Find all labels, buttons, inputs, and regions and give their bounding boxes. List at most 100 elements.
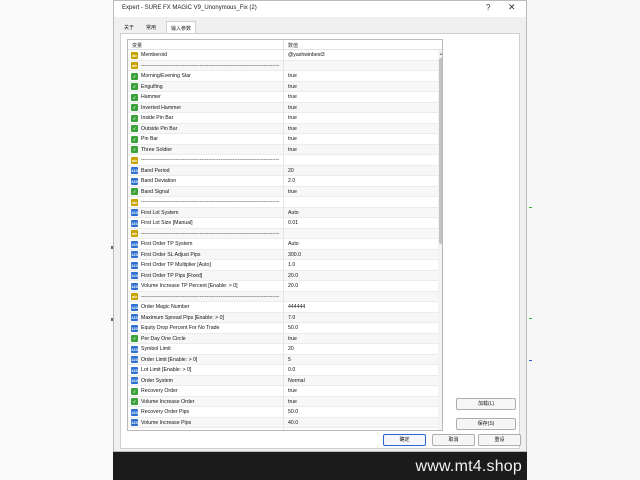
parameter-value[interactable]: true xyxy=(288,115,297,121)
parameter-value[interactable]: 7.0 xyxy=(288,315,295,321)
parameter-value[interactable]: true xyxy=(288,399,297,405)
column-header-variable[interactable]: 变量 xyxy=(132,42,142,49)
parameter-name: First Order TP Multiplier [Auto] xyxy=(141,262,211,268)
parameter-value[interactable]: 40.0 xyxy=(288,420,298,426)
parameter-row[interactable]: ✓ Hammer true xyxy=(128,92,438,103)
close-icon[interactable]: ✕ xyxy=(508,2,516,13)
parameter-value[interactable]: 300.0 xyxy=(288,252,301,258)
ok-button[interactable]: 确定 xyxy=(383,434,426,446)
parameter-value[interactable]: true xyxy=(288,189,297,195)
parameter-value[interactable]: true xyxy=(288,94,297,100)
title-bar[interactable]: Expert - SURE FX MAGIC V9_Unonymous_Fix … xyxy=(114,1,526,17)
parameter-row[interactable]: ✓ Inverted Hammer true xyxy=(128,102,438,113)
parameter-value[interactable]: 0.0 xyxy=(288,367,295,373)
parameter-row[interactable]: 123 First Order TP System Auto xyxy=(128,239,438,250)
parameter-row[interactable]: 123 First Lot System Auto xyxy=(128,207,438,218)
parameter-value[interactable]: 0.0 xyxy=(288,430,295,431)
parameter-name: Order Limit [Enable: > 0] xyxy=(141,356,198,363)
parameter-row[interactable]: ✓ Volume Increase Order true xyxy=(128,396,438,407)
scroll-up-icon[interactable]: ▲ xyxy=(439,51,442,56)
parameter-value[interactable]: true xyxy=(288,136,297,142)
parameter-row[interactable]: 123 First Order TP Multiplier [Auto] 1.0 xyxy=(128,260,438,271)
column-separator xyxy=(283,417,284,428)
parameter-value[interactable]: Auto xyxy=(288,241,299,247)
parameter-value[interactable]: 20 xyxy=(288,346,294,352)
parameter-value[interactable]: true xyxy=(288,84,297,90)
parameter-row[interactable]: 123 First Order TP Pips [Fixed] 20.0 xyxy=(128,270,438,281)
parameter-value[interactable]: 50.0 xyxy=(288,325,298,331)
parameter-value[interactable]: @yashwinbest3 xyxy=(288,52,325,58)
number-type-icon: 123 xyxy=(131,167,138,174)
parameter-value[interactable]: 20.0 xyxy=(288,273,298,279)
parameter-row[interactable]: 123 Order Limit [Enable: > 0] 5 xyxy=(128,354,438,365)
scrollbar-thumb[interactable] xyxy=(439,58,442,244)
parameter-row[interactable]: ✓ Outside Pin Bar true xyxy=(128,123,438,134)
background-chart-right xyxy=(527,0,640,480)
parameter-row[interactable]: 123 First Lot Size [Manual] 0.01 xyxy=(128,218,438,229)
string-type-icon: ab xyxy=(131,230,138,237)
parameter-row[interactable]: ✓ Band Signal true xyxy=(128,186,438,197)
parameter-name: Band Deviation xyxy=(141,178,177,184)
tab-inputs[interactable]: 输入参数 xyxy=(166,21,197,33)
parameter-row[interactable]: ab Memberoid @yashwinbest3 xyxy=(128,50,438,61)
parameter-row[interactable]: 123 Lot Limit [Enable: > 0] 0.0 xyxy=(128,365,438,376)
parameter-value[interactable]: 2.0 xyxy=(288,178,295,184)
parameter-row[interactable]: 123 Recovery Order Pips 50.0 xyxy=(128,407,438,418)
save-button[interactable]: 保存(S) xyxy=(456,418,516,430)
parameter-row[interactable]: 123 Equity Drop Percent For No Trade 50.0 xyxy=(128,323,438,334)
parameter-row[interactable]: ✓ Morning/Evening Star true xyxy=(128,71,438,82)
parameter-row[interactable]: ab --------------------------------------… xyxy=(128,60,438,71)
parameter-value[interactable]: 1.0 xyxy=(288,262,295,268)
parameter-row[interactable]: 123Trailing Stop Pips [Enable: > 0] 0.0 xyxy=(128,428,438,431)
parameter-value[interactable]: true xyxy=(288,73,297,79)
parameter-name: Trailing Stop Pips [Enable: > 0] xyxy=(141,430,281,431)
column-separator xyxy=(283,375,284,386)
column-header-value[interactable]: 数值 xyxy=(288,42,298,49)
parameter-value[interactable]: true xyxy=(288,147,297,153)
parameter-value[interactable]: 20 xyxy=(288,168,294,174)
load-button[interactable]: 加载(L) xyxy=(456,398,516,410)
parameter-row[interactable]: ab --------------------------------------… xyxy=(128,197,438,208)
parameter-row[interactable]: 123 Symbol Limit 20 xyxy=(128,344,438,355)
bool-type-icon: ✓ xyxy=(131,125,138,132)
number-type-icon: 123 xyxy=(131,219,138,227)
parameter-value[interactable]: true xyxy=(288,126,297,132)
parameter-row[interactable]: ✓ Pin Bar true xyxy=(128,134,438,145)
parameter-value[interactable]: 5 xyxy=(288,357,291,363)
reset-button[interactable]: 重设 xyxy=(478,434,521,446)
parameter-row[interactable]: ✓ Engulfing true xyxy=(128,81,438,92)
parameter-row[interactable]: 123 Band Period 20 xyxy=(128,165,438,176)
parameter-value[interactable]: Normal xyxy=(288,378,305,384)
parameter-row[interactable]: ✓ Three Soldier true xyxy=(128,144,438,155)
parameter-row[interactable]: 123 Maximum Spread Pips [Enable: > 0] 7.0 xyxy=(128,312,438,323)
parameter-name: Band Period xyxy=(141,167,170,174)
parameter-value[interactable]: true xyxy=(288,336,297,342)
parameter-row[interactable]: 123 Order Magic Number 444444 xyxy=(128,302,438,313)
parameter-value[interactable]: 20.0 xyxy=(288,283,298,289)
vertical-scrollbar[interactable]: ▲ xyxy=(438,50,442,430)
parameter-value[interactable]: 50.0 xyxy=(288,409,298,415)
parameter-value[interactable]: true xyxy=(288,388,297,394)
parameter-row[interactable]: ✓ Inside Pin Bar true xyxy=(128,113,438,124)
parameter-value[interactable]: 444444 xyxy=(288,304,305,310)
parameter-row[interactable]: 123 Order System Normal xyxy=(128,375,438,386)
parameter-row[interactable]: 123 Volume Increase Pips 40.0 xyxy=(128,417,438,428)
cancel-button[interactable]: 取消 xyxy=(432,434,475,446)
parameter-value[interactable]: Auto xyxy=(288,210,299,216)
parameter-row[interactable]: ab --------------------------------------… xyxy=(128,155,438,166)
parameter-row[interactable]: 123 Band Deviation 2.0 xyxy=(128,176,438,187)
column-separator xyxy=(283,354,284,365)
parameter-row[interactable]: ab --------------------------------------… xyxy=(128,291,438,302)
parameter-row[interactable]: 123 First Order SL Adjust Pips 300.0 xyxy=(128,249,438,260)
parameter-row[interactable]: ✓ Per Day One Circle true xyxy=(128,333,438,344)
string-type-icon: ab xyxy=(131,51,138,59)
parameter-name: Volume Increase Order xyxy=(141,398,195,405)
parameter-row[interactable]: 123 Volume Increase TP Percent [Enable: >… xyxy=(128,281,438,292)
parameter-row[interactable]: ab --------------------------------------… xyxy=(128,228,438,239)
parameter-value[interactable]: true xyxy=(288,105,297,111)
parameter-value[interactable]: 0.01 xyxy=(288,220,298,226)
parameter-row[interactable]: ✓ Recovery Order true xyxy=(128,386,438,397)
tab-common[interactable]: 常用 xyxy=(142,21,160,33)
tab-about[interactable]: 关于 xyxy=(120,21,138,33)
help-icon[interactable]: ? xyxy=(486,3,490,12)
